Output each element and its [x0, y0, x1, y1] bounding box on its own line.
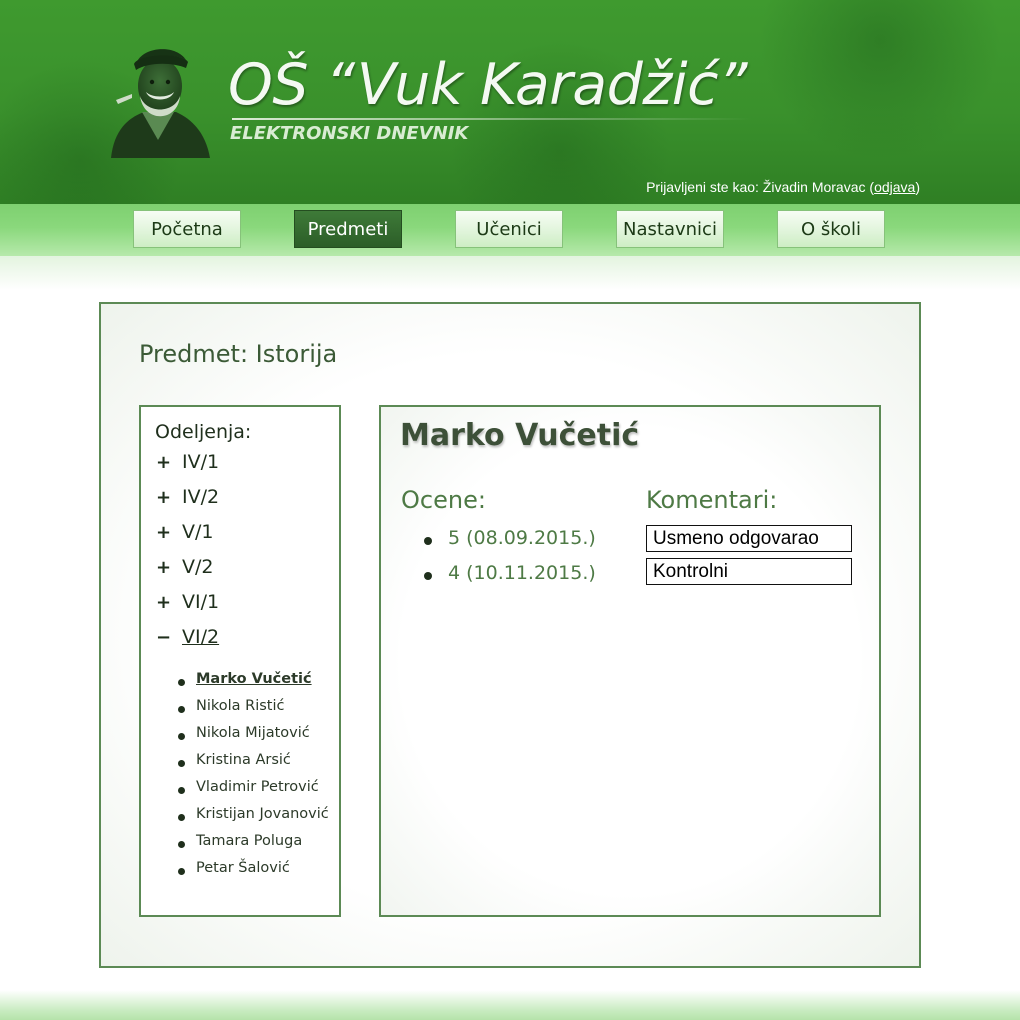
- expand-plus-icon[interactable]: +: [156, 489, 171, 507]
- bullet-icon: [178, 787, 185, 794]
- bullet-icon: [178, 706, 185, 713]
- student-label: Nikola Mijatović: [196, 725, 310, 741]
- nav-bar-fade: [0, 256, 1020, 290]
- student-label: Vladimir Petrović: [196, 779, 319, 795]
- bullet-icon: [178, 760, 185, 767]
- class-item-v-2[interactable]: + V/2: [156, 556, 326, 584]
- grades-heading: Ocene:: [401, 486, 486, 514]
- nav-subjects-button[interactable]: Predmeti: [294, 210, 402, 248]
- student-item[interactable]: Nikola Mijatović: [178, 725, 338, 747]
- student-item[interactable]: Kristijan Jovanović: [178, 806, 338, 828]
- nav-teachers-button[interactable]: Nastavnici: [616, 210, 724, 248]
- student-name-heading: Marko Vučetić: [400, 418, 640, 453]
- class-label: IV/1: [182, 451, 220, 473]
- footer-bar: [0, 990, 1020, 1020]
- nav-students-button[interactable]: Učenici: [455, 210, 563, 248]
- login-status: Prijavljeni ste kao: Živadin Moravac (od…: [646, 179, 920, 195]
- app-subtitle: ELEKTRONSKI DNEVNIK: [230, 123, 469, 144]
- class-item-v-1[interactable]: + V/1: [156, 521, 326, 549]
- class-label: V/2: [182, 556, 214, 578]
- nav-about-button[interactable]: O školi: [777, 210, 885, 248]
- class-item-iv-1[interactable]: + IV/1: [156, 451, 326, 479]
- class-label: VI/1: [182, 591, 220, 613]
- logout-link[interactable]: odjava: [874, 179, 915, 195]
- class-tree-heading: Odeljenja:: [155, 421, 252, 443]
- comment-field[interactable]: [646, 525, 852, 552]
- bullet-icon: [178, 733, 185, 740]
- student-label: Kristijan Jovanović: [196, 806, 329, 822]
- class-label: VI/2: [182, 626, 220, 648]
- comments-heading: Komentari:: [646, 486, 778, 514]
- student-label: Marko Vučetić: [196, 671, 312, 687]
- nav-home-button[interactable]: Početna: [133, 210, 241, 248]
- expand-plus-icon[interactable]: +: [156, 524, 171, 542]
- bullet-icon: [178, 679, 185, 686]
- bullet-icon: [178, 868, 185, 875]
- collapse-minus-icon[interactable]: −: [156, 629, 171, 647]
- student-label: Tamara Poluga: [196, 833, 303, 849]
- expand-plus-icon[interactable]: +: [156, 454, 171, 472]
- school-title: OŠ “Vuk Karadžić”: [228, 52, 747, 118]
- grade-label: 4 (10.11.2015.): [448, 562, 596, 584]
- grade-label: 5 (08.09.2015.): [448, 527, 596, 549]
- expand-plus-icon[interactable]: +: [156, 594, 171, 612]
- login-status-close: ): [915, 179, 920, 195]
- grade-item: 4 (10.11.2015.): [424, 562, 624, 588]
- bullet-icon: [178, 841, 185, 848]
- bullet-icon: [178, 814, 185, 821]
- comment-field[interactable]: [646, 558, 852, 585]
- bullet-icon: [424, 572, 432, 580]
- class-item-iv-2[interactable]: + IV/2: [156, 486, 326, 514]
- student-label: Nikola Ristić: [196, 698, 285, 714]
- class-label: V/1: [182, 521, 214, 543]
- class-label: IV/2: [182, 486, 220, 508]
- student-item[interactable]: Nikola Ristić: [178, 698, 338, 720]
- vuk-karadzic-portrait-icon: [111, 49, 210, 158]
- student-item[interactable]: Tamara Poluga: [178, 833, 338, 855]
- student-item[interactable]: Petar Šalović: [178, 860, 338, 882]
- student-label: Petar Šalović: [196, 860, 290, 876]
- bullet-icon: [424, 537, 432, 545]
- student-item-selected[interactable]: Marko Vučetić: [178, 671, 338, 693]
- student-item[interactable]: Kristina Arsić: [178, 752, 338, 774]
- class-item-vi-2[interactable]: − VI/2: [156, 626, 326, 654]
- login-status-text: Prijavljeni ste kao: Živadin Moravac (: [646, 179, 875, 195]
- student-item[interactable]: Vladimir Petrović: [178, 779, 338, 801]
- subject-title: Predmet: Istorija: [139, 340, 338, 368]
- expand-plus-icon[interactable]: +: [156, 559, 171, 577]
- title-underline: [232, 118, 752, 120]
- student-detail-panel: [379, 405, 881, 917]
- class-item-vi-1[interactable]: + VI/1: [156, 591, 326, 619]
- student-label: Kristina Arsić: [196, 752, 291, 768]
- grade-item: 5 (08.09.2015.): [424, 527, 624, 553]
